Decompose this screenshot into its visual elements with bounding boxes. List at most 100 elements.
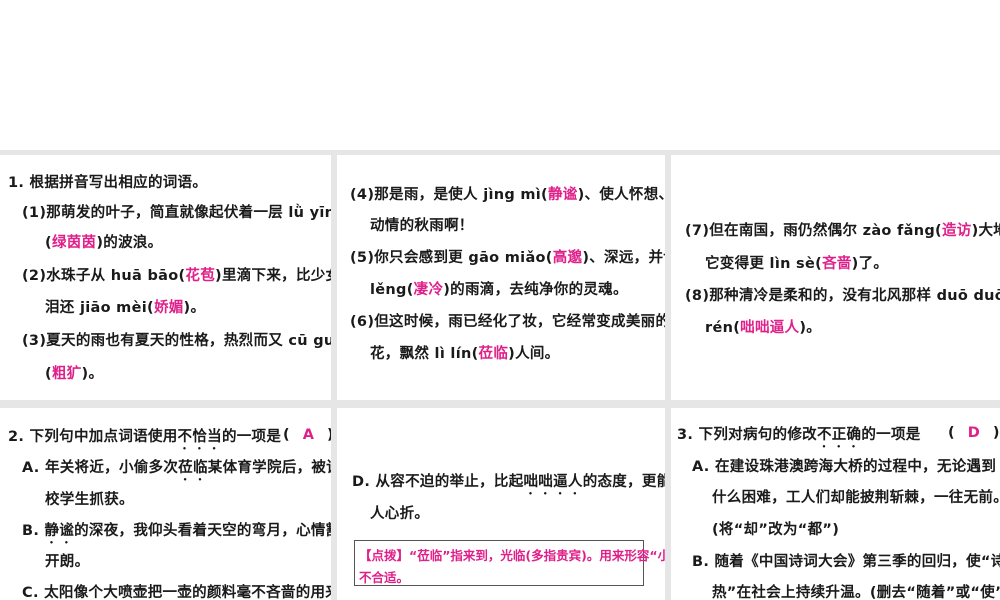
text-segment: )、深远，并让 qī xyxy=(582,250,665,266)
text-segment: 它变得更 lìn sè( xyxy=(705,256,823,272)
hint-box: 【点拨】“莅临”指来到，光临(多指贵宾)。用来形容“小偷” 不合适。 xyxy=(354,540,665,586)
text-segment: C. 太阳像个大喷壶把一壶的颜料毫不吝啬的用来 xyxy=(22,585,331,600)
text-segment: (1)那萌发的叶子，简直就像起伏着一层 lǜ yīn yīn xyxy=(22,205,331,221)
text-line: (7)但在南国，雨仍然偶尔 zào fǎng(造访)大地，但 xyxy=(685,221,1000,241)
text-segment: (2)水珠子从 huā bāo( xyxy=(22,268,186,284)
text-line: (4)那是雨，是使人 jìng mì(静谧)、使人怀想、使人 xyxy=(350,185,665,205)
panel-q2: ( A ) 2. 下列句中加点词语使用不恰当的一项是 A. 年关将近，小偷多次莅临… xyxy=(0,408,331,600)
text-segment: )了。 xyxy=(851,256,889,272)
text-segment: 动情的秋雨啊！ xyxy=(370,218,474,234)
emphasized-words: 不正确 xyxy=(816,427,862,443)
text-segment: 的一项是 xyxy=(861,427,921,443)
text-line: 校学生抓获。 xyxy=(45,490,134,510)
text-segment: (3)夏天的雨也有夏天的性格，热烈而又 cū guǎng xyxy=(22,333,331,349)
answer-text: 粗犷 xyxy=(51,366,82,382)
answer-letter: A xyxy=(302,427,314,443)
answer-text: 静谧 xyxy=(548,187,578,203)
text-segment: )。 xyxy=(183,300,206,316)
text-line: A. 年关将近，小偷多次莅临某体育学院后，被该院 xyxy=(22,458,331,484)
text-line: (1)那萌发的叶子，简直就像起伏着一层 lǜ yīn yīn xyxy=(22,203,331,223)
answer-text: 高邈 xyxy=(552,250,583,266)
panel-q1-part3: (7)但在南国，雨仍然偶尔 zào fǎng(造访)大地，但它变得更 lìn s… xyxy=(671,155,1000,400)
text-line: rén(咄咄逼人)。 xyxy=(705,318,821,338)
text-segment: 人心折。 xyxy=(370,506,430,522)
answer-text: 花苞 xyxy=(185,268,216,284)
answer-q2: ( A ) xyxy=(283,427,331,443)
text-line: D. 从容不迫的举止，比起咄咄逼人的态度，更能令 xyxy=(352,472,665,498)
answer-open-paren: ( xyxy=(948,425,955,441)
text-line: 开朗。 xyxy=(45,552,89,572)
text-segment: lěng( xyxy=(370,282,414,298)
text-segment: ( xyxy=(45,366,52,382)
emphasized-words: 不恰当 xyxy=(177,429,222,445)
text-segment: )的雨滴，去纯净你的灵魂。 xyxy=(443,282,628,298)
emphasized-words: 静谧 xyxy=(44,523,75,539)
answer-close-paren: ) xyxy=(992,425,1000,441)
answer-text: 咄咄逼人 xyxy=(740,320,800,336)
text-line: 它变得更 lìn sè(吝啬)了。 xyxy=(705,254,888,274)
text-segment: )大地，但 xyxy=(971,223,1000,239)
text-segment: 某体育学院后，被该院 xyxy=(207,460,331,476)
panel-q1-part1: 1. 根据拼音写出相应的词语。 (1)那萌发的叶子，简直就像起伏着一层 lǜ yī… xyxy=(0,155,331,400)
text-line: C. 太阳像个大喷壶把一壶的颜料毫不吝啬的用来 xyxy=(22,583,331,600)
text-segment: 泪还 jiāo mèi( xyxy=(45,300,154,316)
text-line: B. 静谧的深夜，我仰头看着天空的弯月，心情豁然 xyxy=(22,521,331,547)
hint-line-1: 【点拨】“莅临”指来到，光临(多指贵宾)。用来形容“小偷” xyxy=(359,548,665,563)
text-line: (粗犷)。 xyxy=(45,364,103,384)
text-line: 热”在社会上持续升温。(删去“随着”或“使”) xyxy=(712,583,1000,600)
text-segment: rén( xyxy=(705,320,741,336)
text-segment: 2. 下列句中加点词语使用 xyxy=(8,429,178,445)
text-line: (3)夏天的雨也有夏天的性格，热烈而又 cū guǎng xyxy=(22,331,331,351)
text-segment: (5)你只会感到更 gāo miǎo( xyxy=(350,250,553,266)
text-line: lěng(凄冷)的雨滴，去纯净你的灵魂。 xyxy=(370,280,628,300)
answer-letter: D xyxy=(967,425,980,441)
text-segment: 热”在社会上持续升温。(删去“随着”或“使”) xyxy=(712,585,1000,600)
text-segment: )。 xyxy=(799,320,822,336)
text-segment: 的态度，更能令 xyxy=(582,474,665,490)
text-segment: 校学生抓获。 xyxy=(45,492,134,508)
text-line: 动情的秋雨啊！ xyxy=(370,216,474,236)
emphasized-words: 咄咄逼人 xyxy=(523,474,583,490)
text-line: 花，飘然 lì lín(莅临)人间。 xyxy=(370,344,559,364)
text-segment: 开朗。 xyxy=(45,554,90,570)
answer-text: 凄冷 xyxy=(413,282,444,298)
text-segment: 1. 根据拼音写出相应的词语。 xyxy=(8,175,208,191)
text-segment: (4)那是雨，是使人 jìng mì( xyxy=(350,187,548,203)
text-segment: ( xyxy=(45,235,52,251)
text-line: 泪还 jiāo mèi(娇媚)。 xyxy=(45,298,205,318)
hint-line-2: 不合适。 xyxy=(359,570,410,585)
text-line: (5)你只会感到更 gāo miǎo(高邈)、深远，并让 qī xyxy=(350,248,665,268)
text-segment: )的波浪。 xyxy=(96,235,163,251)
answer-text: 吝啬 xyxy=(822,256,852,272)
text-line: (2)水珠子从 huā bāo(花苞)里滴下来，比少女的眼 xyxy=(22,266,331,286)
text-line: A. 在建设珠港澳跨海大桥的过程中，无论遇到 xyxy=(692,457,996,477)
text-segment: 什么困难，工人们却能披荆斩棘，一往无前。 xyxy=(712,490,1000,506)
text-line: 2. 下列句中加点词语使用不恰当的一项是 xyxy=(8,427,281,453)
answer-q3: ( D ) xyxy=(948,425,999,441)
text-line: 人心折。 xyxy=(370,504,429,524)
text-line: (6)但这时候，雨已经化了妆，它经常变成美丽的雪 xyxy=(350,312,665,332)
text-line: (将“却”改为“都”) xyxy=(712,520,839,540)
text-segment: A. 在建设珠港澳跨海大桥的过程中，无论遇到 xyxy=(692,459,997,475)
text-segment: (8)那种清冷是柔和的，没有北风那样 duō duō bī xyxy=(685,288,1000,304)
answer-text: 造访 xyxy=(941,223,972,239)
panel-q3: ( D ) 3. 下列对病句的修改不正确的一项是 A. 在建设珠港澳跨海大桥的过程… xyxy=(671,408,1000,600)
text-segment: A. 年关将近，小偷多次 xyxy=(22,460,179,476)
answer-text: 莅临 xyxy=(478,346,509,362)
emphasized-words: 莅临 xyxy=(178,460,208,476)
text-line: 什么困难，工人们却能披荆斩棘，一往无前。 xyxy=(712,488,1000,508)
text-segment: (6)但这时候，雨已经化了妆，它经常变成美丽的雪 xyxy=(350,314,665,330)
text-segment: 的一项是 xyxy=(221,429,282,445)
text-line: 1. 根据拼音写出相应的词语。 xyxy=(8,173,207,193)
text-segment: )、使人怀想、使人 xyxy=(577,187,665,203)
text-line: B. 随着《中国诗词大会》第三季的回归，使“诗词 xyxy=(692,552,1000,572)
text-segment: )里滴下来，比少女的眼 xyxy=(215,268,331,284)
text-segment: )。 xyxy=(81,366,104,382)
answer-text: 娇媚 xyxy=(153,300,184,316)
answer-open-paren: ( xyxy=(283,427,290,443)
text-line: (绿茵茵)的波浪。 xyxy=(45,233,162,253)
text-segment: 的深夜，我仰头看着天空的弯月，心情豁然 xyxy=(74,523,331,539)
text-segment: (将“却”改为“都”) xyxy=(712,522,840,538)
text-segment: 花，飘然 lì lín( xyxy=(370,346,479,362)
text-segment: B. 随着《中国诗词大会》第三季的回归，使“诗词 xyxy=(692,554,1000,570)
